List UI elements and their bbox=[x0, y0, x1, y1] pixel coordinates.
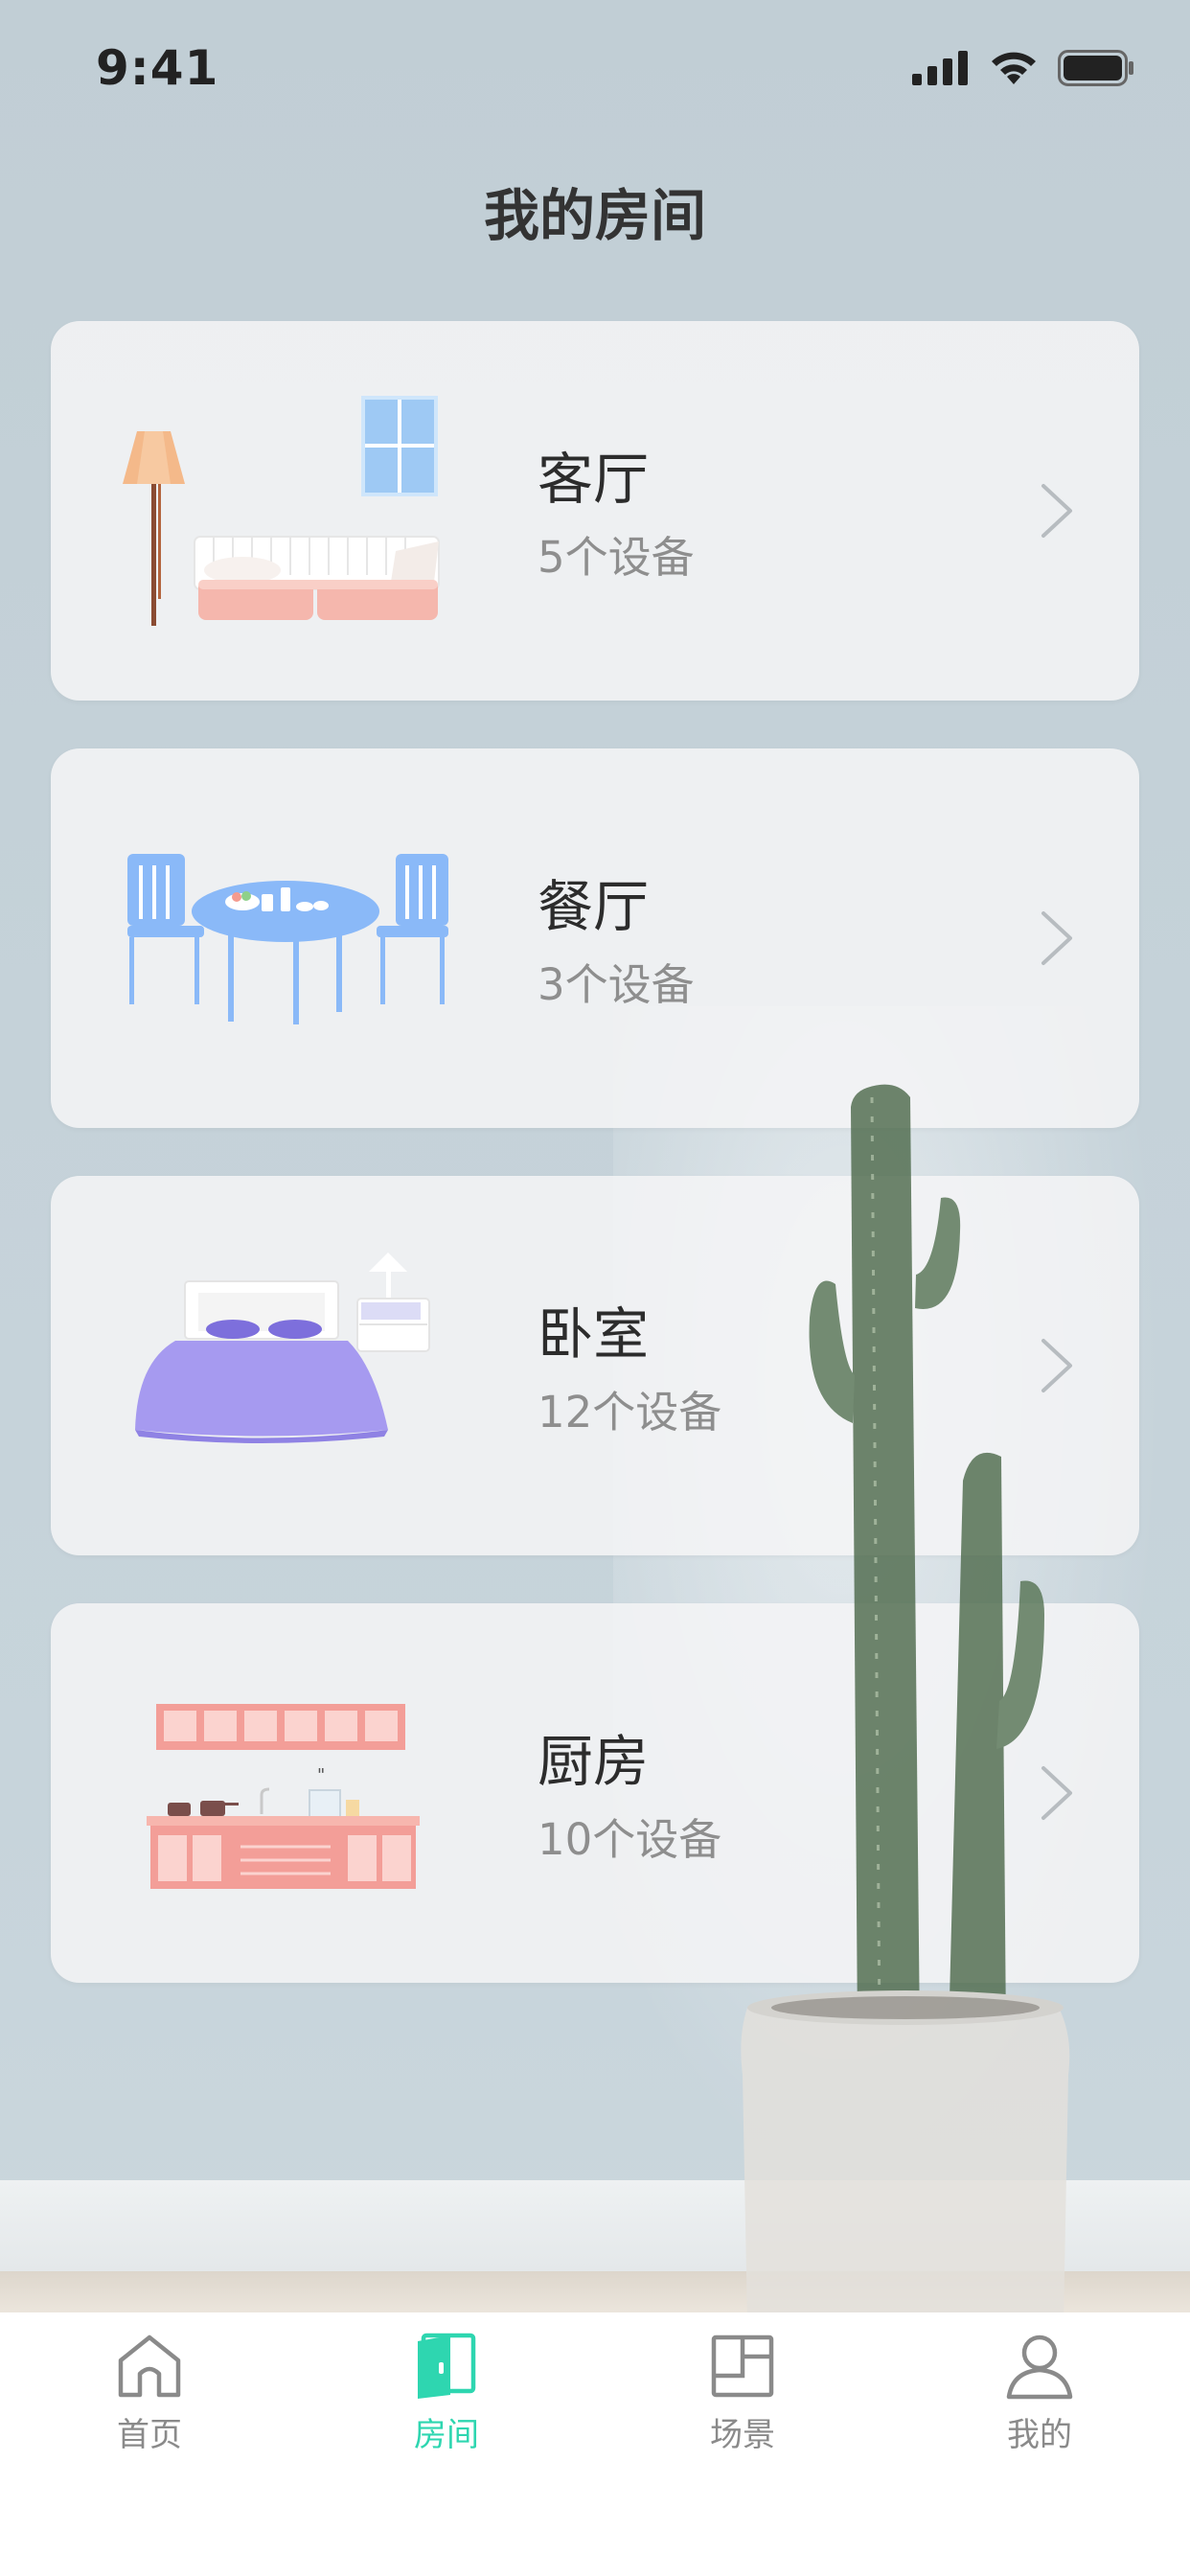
room-device-count: 12个设备 bbox=[538, 1387, 722, 1438]
tab-me[interactable]: 我的 bbox=[944, 2332, 1135, 2455]
room-device-count: 10个设备 bbox=[538, 1814, 722, 1865]
room-name: 卧室 bbox=[538, 1301, 650, 1367]
living-room-illustration bbox=[123, 396, 440, 626]
cellular-signal-icon bbox=[912, 51, 968, 85]
tab-label: 我的 bbox=[1007, 2416, 1072, 2454]
room-device-count: 3个设备 bbox=[538, 959, 695, 1010]
chevron-right-icon bbox=[1041, 484, 1072, 538]
room-card-kitchen[interactable]: " 厨房 10个设备 bbox=[51, 1603, 1139, 1983]
page-title: 我的房间 bbox=[483, 183, 706, 248]
tab-label: 首页 bbox=[117, 2416, 182, 2454]
bedroom-illustration bbox=[135, 1253, 430, 1443]
tab-scenes[interactable]: 场景 bbox=[647, 2332, 838, 2455]
wifi-icon bbox=[992, 52, 1036, 84]
battery-icon bbox=[1058, 50, 1133, 86]
tab-rooms[interactable]: 房间 bbox=[351, 2332, 542, 2455]
room-card-living-room[interactable]: 客厅 5个设备 bbox=[51, 321, 1139, 701]
room-device-count: 5个设备 bbox=[538, 532, 695, 583]
status-bar: 9:41 bbox=[0, 0, 1190, 144]
tab-bar: 首页 房间 场景 我的 bbox=[0, 2312, 1190, 2576]
chevron-right-icon bbox=[1041, 1339, 1072, 1392]
home-icon bbox=[118, 2334, 181, 2398]
room-name: 客厅 bbox=[538, 447, 650, 512]
user-icon bbox=[1006, 2334, 1073, 2400]
room-list: 客厅 5个设备 餐厅 3个设备 卧室 12个设备 " 厨房 10个设备 bbox=[51, 321, 1139, 2031]
tab-home[interactable]: 首页 bbox=[54, 2332, 245, 2455]
room-name: 厨房 bbox=[538, 1729, 650, 1794]
baseboard bbox=[0, 2180, 1190, 2271]
floor bbox=[0, 2271, 1190, 2314]
kitchen-illustration: " bbox=[147, 1704, 420, 1889]
svg-text:": " bbox=[317, 1765, 325, 1785]
scene-icon bbox=[711, 2334, 774, 2398]
door-icon bbox=[418, 2333, 476, 2399]
status-time: 9:41 bbox=[96, 40, 219, 96]
dining-room-illustration bbox=[127, 854, 448, 1024]
status-icons bbox=[912, 50, 1134, 86]
room-card-bedroom[interactable]: 卧室 12个设备 bbox=[51, 1176, 1139, 1555]
room-card-dining-room[interactable]: 餐厅 3个设备 bbox=[51, 748, 1139, 1128]
chevron-right-icon bbox=[1041, 1766, 1072, 1820]
room-name: 餐厅 bbox=[538, 874, 650, 939]
tab-label: 房间 bbox=[414, 2416, 479, 2454]
chevron-right-icon bbox=[1041, 911, 1072, 965]
tab-label: 场景 bbox=[710, 2416, 775, 2454]
